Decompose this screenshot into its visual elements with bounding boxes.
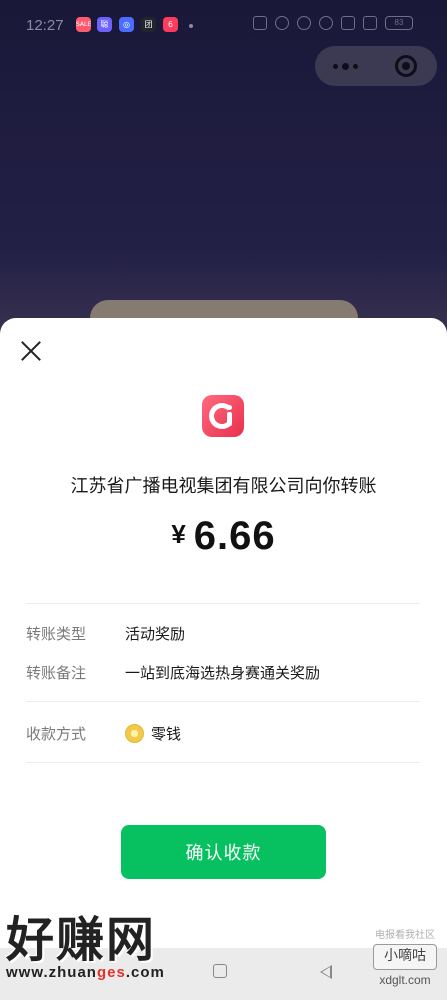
detail-row-note: 转账备注 一站到底海选热身赛通关奖励 [26, 660, 320, 684]
status-time: 12:27 [26, 17, 64, 34]
wifi-icon [319, 16, 333, 30]
shopping-app-icon: SALE [76, 17, 91, 32]
detail-value: 一站到底海选热身赛通关奖励 [125, 663, 321, 682]
news-app-icon: 团 [141, 17, 156, 32]
watermark-caption: 电报看我社区 [375, 930, 435, 941]
coin-icon [125, 723, 144, 743]
back-icon[interactable] [320, 965, 332, 979]
currency-symbol: ¥ [171, 519, 186, 549]
target-close-icon [395, 55, 417, 77]
detail-value: 活动奖励 [125, 624, 186, 643]
transfer-amount: ¥6.66 [0, 514, 447, 559]
watermark-url: www.zhuanges.com [6, 964, 165, 981]
watermark-url-suffix: .com [125, 964, 165, 981]
divider [26, 701, 420, 702]
confirm-receive-button[interactable]: 确认收款 [121, 825, 326, 879]
logo-bar [227, 412, 232, 426]
detail-label: 转账备注 [26, 663, 87, 682]
watermark-domain: xdglt.com [379, 973, 431, 987]
watermark-box: 小嘀咕 [373, 944, 437, 970]
divider [26, 762, 420, 763]
battery-icon: 83 [385, 16, 413, 30]
more-dot-icon [341, 62, 349, 70]
watermark-left: 好赚网 www.zhuanges.com [6, 912, 165, 981]
detail-label: 转账类型 [26, 624, 87, 643]
more-dot-icon [332, 63, 338, 69]
watermark-right: 电报看我社区 小嘀咕 xdglt.com [373, 926, 437, 987]
watermark-brand: 好赚网 [6, 912, 157, 968]
detail-row-type: 转账类型 活动奖励 [26, 621, 185, 645]
logo-dot [227, 405, 232, 410]
payment-method-text: 零钱 [151, 724, 182, 743]
payment-method-row[interactable]: 收款方式 零钱 [26, 721, 181, 745]
sender-logo-icon [202, 395, 244, 437]
close-icon[interactable] [20, 340, 42, 362]
more-options-button[interactable] [315, 46, 375, 86]
qq-app-icon: ◎ [119, 17, 134, 32]
payment-method-label: 收款方式 [26, 724, 87, 743]
watermark-url-prefix: www.zhuan [6, 964, 97, 981]
status-icons: 83 [253, 16, 413, 30]
more-dot-icon [352, 63, 358, 69]
video-app-icon: 6 [163, 17, 178, 32]
hd-icon [341, 16, 355, 30]
close-miniprogram-button[interactable] [375, 46, 437, 86]
nfc-icon [253, 16, 267, 30]
amount-value: 6.66 [193, 514, 276, 558]
signal-icon [363, 16, 377, 30]
mute-icon [297, 16, 311, 30]
alarm-icon [275, 16, 289, 30]
payment-method-value: 零钱 [125, 723, 181, 744]
chat-app-icon: 聪 [97, 17, 112, 32]
watermark-url-highlight: ges [96, 964, 126, 981]
miniprogram-capsule [315, 46, 437, 86]
more-notifications-dot [189, 24, 193, 28]
transfer-title: 江苏省广播电视集团有限公司向你转账 [70, 476, 377, 497]
recent-apps-icon[interactable] [213, 964, 227, 978]
divider [26, 603, 420, 604]
transfer-sheet: 江苏省广播电视集团有限公司向你转账 ¥6.66 转账类型 活动奖励 转账备注 一… [0, 318, 447, 1000]
